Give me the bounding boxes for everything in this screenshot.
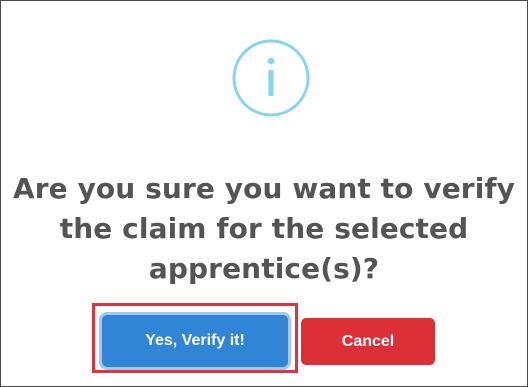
confirm-button[interactable]: Yes, Verify it!	[102, 315, 288, 367]
info-icon-dot	[267, 57, 275, 65]
dialog-title: Are you sure you want to verify the clai…	[11, 169, 517, 289]
info-icon-bar	[268, 70, 274, 96]
title-line-3: apprentice(s)?	[148, 252, 380, 285]
cancel-button[interactable]: Cancel	[301, 318, 435, 365]
info-icon	[232, 39, 310, 117]
title-line-1: Are you sure you want to verify	[12, 172, 516, 205]
title-line-2: the claim for the selected	[59, 212, 469, 245]
confirm-dialog: Are you sure you want to verify the clai…	[0, 0, 528, 387]
